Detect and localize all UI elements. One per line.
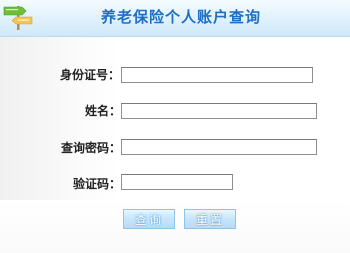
query-button[interactable]: 查询 bbox=[123, 209, 175, 229]
name-input[interactable] bbox=[121, 103, 317, 119]
password-label: 查询密码： bbox=[61, 141, 122, 155]
page-title: 养老保险个人账户查询 bbox=[101, 8, 262, 26]
page-header: 养老保险个人账户查询 bbox=[0, 0, 350, 37]
name-label: 姓名： bbox=[85, 104, 122, 118]
id-number-label: 身份证号： bbox=[60, 68, 121, 82]
reset-button[interactable]: 重置 bbox=[184, 209, 236, 229]
id-number-input[interactable] bbox=[121, 67, 313, 83]
captcha-label: 验证码： bbox=[73, 177, 122, 191]
password-input[interactable] bbox=[121, 139, 317, 155]
captcha-input[interactable] bbox=[121, 174, 233, 190]
signpost-icon bbox=[3, 6, 33, 30]
background-fade bbox=[0, 200, 350, 253]
